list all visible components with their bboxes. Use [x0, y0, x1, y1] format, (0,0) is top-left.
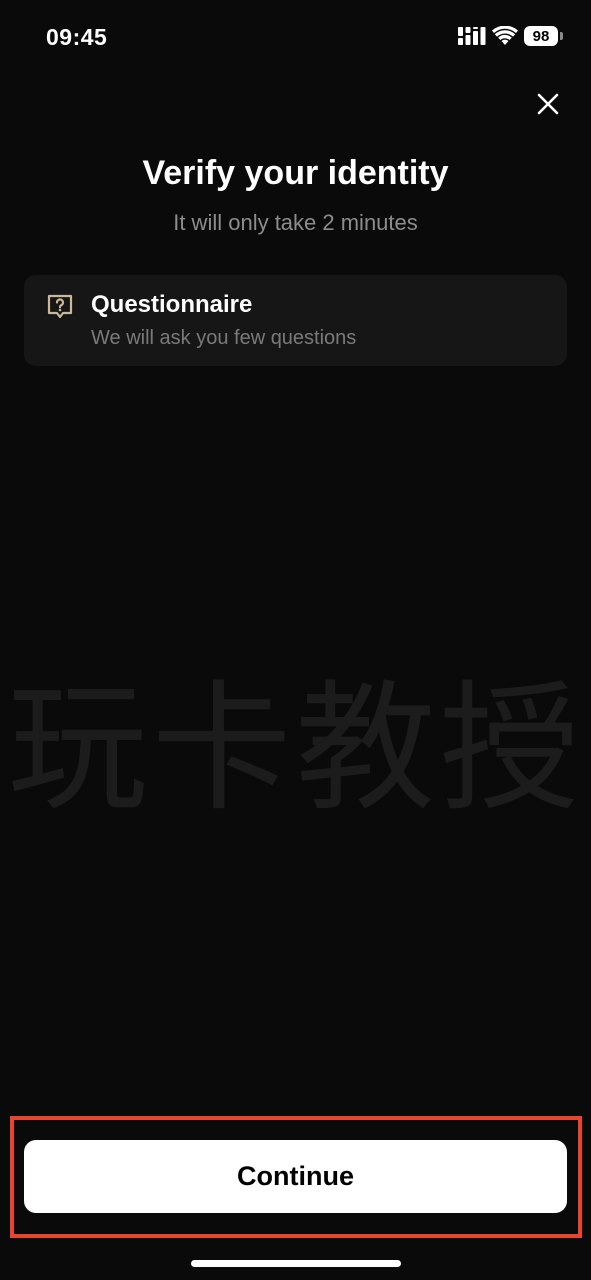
- close-button[interactable]: [532, 88, 564, 120]
- home-indicator: [191, 1260, 401, 1267]
- battery-icon: 98: [524, 26, 563, 46]
- signal-icon: [458, 27, 486, 45]
- close-icon: [537, 93, 559, 115]
- step-description: We will ask you few questions: [91, 327, 357, 349]
- step-title: Questionnaire: [91, 291, 253, 318]
- page-title: Verify your identity: [142, 154, 449, 192]
- continue-button[interactable]: Continue: [24, 1140, 567, 1213]
- watermark: 玩卡教授: [7, 668, 584, 831]
- battery-level: 98: [524, 26, 558, 46]
- status-icons: 98: [458, 26, 563, 46]
- wifi-icon: [492, 26, 518, 45]
- questionnaire-step-card: Questionnaire We will ask you few questi…: [24, 275, 567, 366]
- status-time: 09:45: [46, 24, 108, 50]
- page-subtitle: It will only take 2 minutes: [173, 210, 418, 235]
- question-bubble-icon: [47, 294, 73, 319]
- battery-nub: [560, 32, 563, 40]
- status-bar: 09:45 98: [0, 0, 591, 76]
